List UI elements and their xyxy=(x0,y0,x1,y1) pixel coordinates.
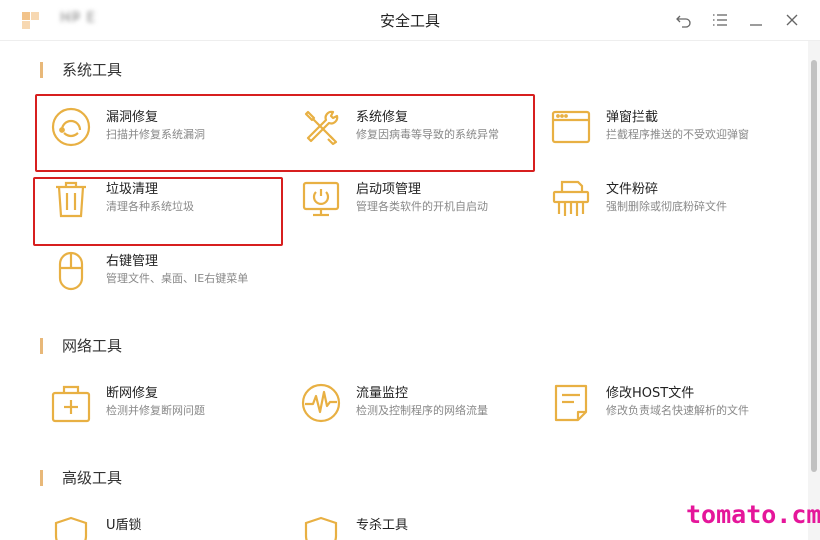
tool-name: 断网修复 xyxy=(106,386,159,401)
window-title: 安全工具 xyxy=(379,12,440,30)
tool-popup-blocker[interactable]: 弹窗拦截 拦截程序推送的不受欢迎弹窗 xyxy=(540,100,780,156)
title-bar: H̵P̵ E 安全工具 xyxy=(0,0,820,41)
shield-icon xyxy=(50,514,92,540)
tool-network-repair[interactable]: 断网修复 检测并修复断网问题 xyxy=(40,376,280,432)
tool-name: 启动项管理 xyxy=(356,182,422,197)
tool-desc: 管理文件、桌面、IE右键菜单 xyxy=(106,272,249,285)
document-icon xyxy=(550,382,592,424)
tool-name: 漏洞修复 xyxy=(106,110,159,125)
wrench-screwdriver-icon xyxy=(300,106,342,148)
tool-name: 流量监控 xyxy=(356,386,409,401)
close-icon[interactable] xyxy=(782,10,802,30)
window-icon xyxy=(550,106,592,148)
tool-desc: 清理各种系统垃圾 xyxy=(106,200,194,213)
tool-context-menu-manager[interactable]: 右键管理 管理文件、桌面、IE右键菜单 xyxy=(40,244,280,300)
tool-name: U盾锁 xyxy=(106,518,142,533)
section-title-network: 网络工具 xyxy=(40,337,122,355)
tools-panel: 系统工具 漏洞修复 扫描并修复系统漏洞 系统修复 修复因病毒等导致的系统异常 弹… xyxy=(0,41,808,540)
monitor-power-icon xyxy=(300,178,342,220)
tool-desc: 检测及控制程序的网络流量 xyxy=(356,404,488,417)
tool-name: 专杀工具 xyxy=(356,518,409,533)
minimize-icon[interactable] xyxy=(746,10,766,30)
tool-name: 垃圾清理 xyxy=(106,182,159,197)
section-title-system: 系统工具 xyxy=(40,61,122,79)
tool-vulnerability-fix[interactable]: 漏洞修复 扫描并修复系统漏洞 xyxy=(40,100,280,156)
tool-desc: 拦截程序推送的不受欢迎弹窗 xyxy=(606,128,749,141)
tool-name: 文件粉碎 xyxy=(606,182,659,197)
section-title-advanced: 高级工具 xyxy=(40,469,122,487)
tool-usb-key-lock[interactable]: U盾锁 xyxy=(40,508,280,540)
tool-special-removal[interactable]: 专杀工具 xyxy=(290,508,530,540)
tool-desc: 管理各类软件的开机自启动 xyxy=(356,200,488,213)
tool-edit-hosts[interactable]: 修改HOST文件 修改负责域名快速解析的文件 xyxy=(540,376,780,432)
shredder-icon xyxy=(550,178,592,220)
tool-file-shredder[interactable]: 文件粉碎 强制删除或彻底粉碎文件 xyxy=(540,172,780,228)
trash-icon xyxy=(50,178,92,220)
tool-desc: 强制删除或彻底粉碎文件 xyxy=(606,200,727,213)
tool-traffic-monitor[interactable]: 流量监控 检测及控制程序的网络流量 xyxy=(290,376,530,432)
tool-desc: 修改负责域名快速解析的文件 xyxy=(606,404,749,417)
tool-startup-manager[interactable]: 启动项管理 管理各类软件的开机自启动 xyxy=(290,172,530,228)
tool-desc: 检测并修复断网问题 xyxy=(106,404,205,417)
pulse-icon xyxy=(300,382,342,424)
shield-scan-icon xyxy=(50,106,92,148)
menu-icon[interactable] xyxy=(710,10,730,30)
watermark: tomato.cm xyxy=(686,500,820,529)
tool-desc: 修复因病毒等导致的系统异常 xyxy=(356,128,499,141)
tool-desc: 扫描并修复系统漏洞 xyxy=(106,128,205,141)
back-icon[interactable] xyxy=(674,10,694,30)
tool-name: 系统修复 xyxy=(356,110,409,125)
shield-icon xyxy=(300,514,342,540)
tool-name: 修改HOST文件 xyxy=(606,386,695,401)
mouse-icon xyxy=(50,250,92,292)
tool-junk-cleanup[interactable]: 垃圾清理 清理各种系统垃圾 xyxy=(40,172,280,228)
tool-name: 右键管理 xyxy=(106,254,159,269)
scrollbar-thumb[interactable] xyxy=(811,60,817,472)
tool-name: 弹窗拦截 xyxy=(606,110,659,125)
first-aid-icon xyxy=(50,382,92,424)
tool-system-repair[interactable]: 系统修复 修复因病毒等导致的系统异常 xyxy=(290,100,530,156)
